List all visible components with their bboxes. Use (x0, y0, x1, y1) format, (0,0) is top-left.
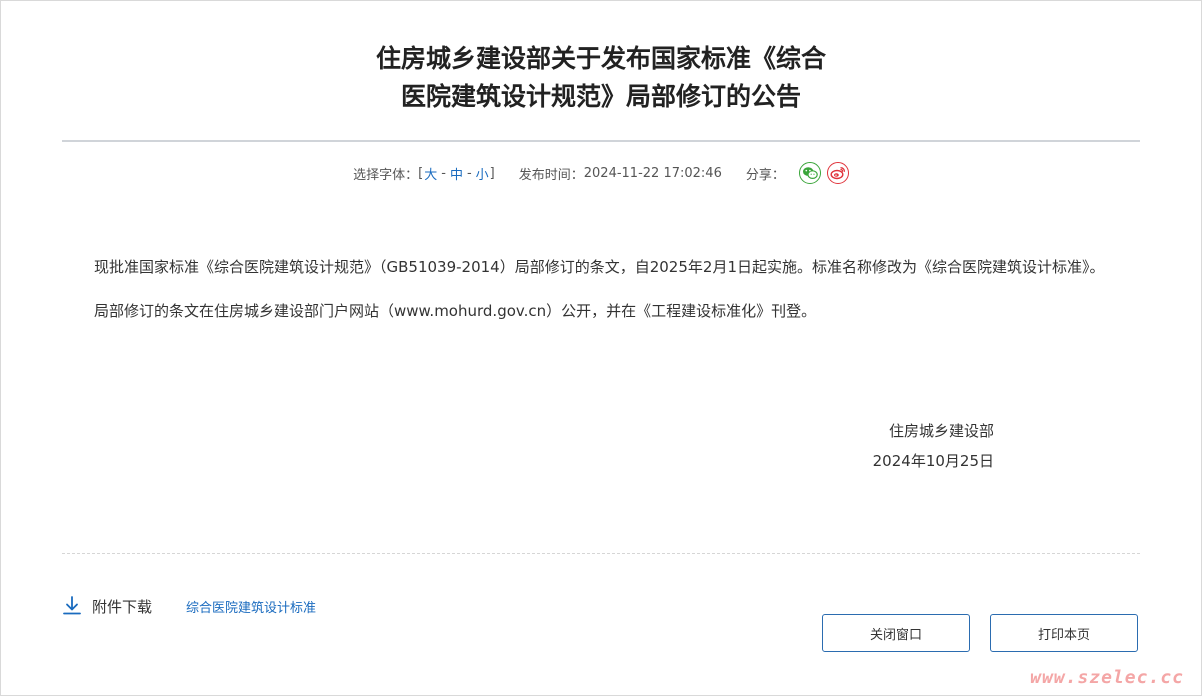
signature-org: 住房城乡建设部 (888, 422, 994, 440)
publish-info: 发布时间： 2024-11-22 17:02:46 (519, 164, 722, 183)
print-page-button[interactable]: 打印本页 (990, 614, 1138, 652)
publish-label: 发布时间： (518, 167, 584, 183)
title-divider (62, 140, 1140, 142)
article-body: 现批准国家标准《综合医院建筑设计规范》（GB51039-2014）局部修订的条文… (62, 252, 1140, 340)
close-window-button[interactable]: 关闭窗口 (822, 614, 970, 652)
wechat-share-button[interactable] (798, 162, 821, 184)
attachment-link[interactable]: 综合医院建筑设计标准 (186, 597, 316, 616)
attachment-label: 附件下载 (92, 597, 153, 616)
article-paragraph: 现批准国家标准《综合医院建筑设计规范》（GB51039-2014）局部修订的条文… (94, 258, 1105, 276)
weibo-icon (830, 167, 845, 180)
separator-dash: - (441, 165, 446, 181)
separator-dash: - (466, 165, 472, 181)
signature-date: 2024年10月25日 (872, 452, 994, 470)
article-meta: 选择字体： [ 大 - 中 - 小 ] 发布时间： 2024-11-22 17:… (0, 160, 1202, 186)
share-group: 分享： (746, 162, 849, 184)
article-paragraph: 局部修订的条文在住房城乡建设部门户网站（www.mohurd.gov.cn）公开… (94, 302, 817, 320)
attachment-section: 附件下载 综合医院建筑设计标准 (62, 594, 316, 618)
bracket-close: ] (489, 165, 495, 181)
download-icon (63, 596, 81, 615)
wechat-icon (802, 167, 818, 180)
title-line-1: 住房城乡建设部关于发布国家标准《综合 (375, 44, 826, 73)
watermark: www.szelec.cc (1030, 667, 1184, 688)
signature-block: 住房城乡建设部 2024年10月25日 (873, 416, 994, 476)
weibo-share-button[interactable] (826, 162, 849, 184)
publish-time: 2024-11-22 17:02:46 (583, 165, 722, 181)
content-divider (62, 553, 1140, 554)
font-size-selector: 选择字体： [ 大 - 中 - 小 ] (353, 164, 495, 183)
title-line-2: 医院建筑设计规范》局部修订的公告 (400, 82, 801, 111)
font-size-large-link[interactable]: 大 (423, 164, 438, 183)
page-title: 住房城乡建设部关于发布国家标准《综合 医院建筑设计规范》局部修订的公告 (0, 40, 1202, 116)
share-label: 分享： (745, 167, 785, 183)
font-size-label: 选择字体： (353, 167, 419, 183)
font-size-small-link[interactable]: 小 (475, 164, 490, 183)
font-size-medium-link[interactable]: 中 (449, 164, 464, 183)
